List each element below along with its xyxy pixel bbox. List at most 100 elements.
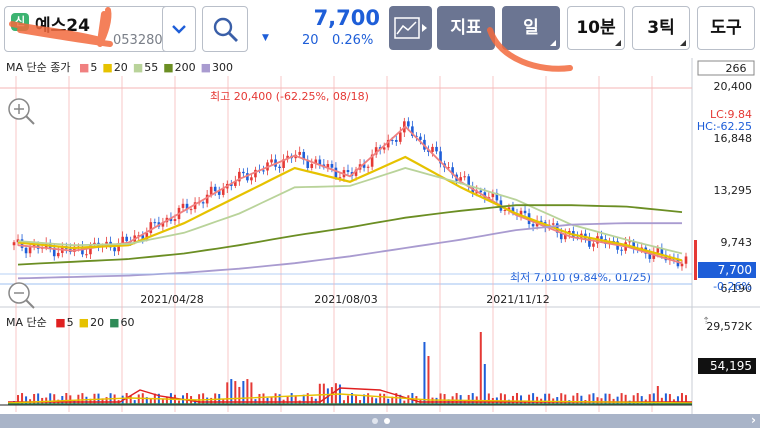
credit-badge: 신 — [11, 13, 29, 31]
volume-bar — [379, 393, 382, 404]
candle-body — [330, 164, 334, 168]
volume-bar — [371, 397, 374, 404]
change-amount: 20 — [302, 33, 319, 48]
candle-body — [250, 177, 253, 181]
tick-label: 3틱 — [647, 18, 675, 38]
legend-swatch: ■ — [109, 316, 120, 329]
horizontal-scrollbar[interactable]: › — [0, 413, 760, 428]
volume-bar — [246, 379, 249, 404]
page-dot-1[interactable] — [372, 418, 378, 424]
candle-body — [435, 146, 438, 152]
volume-bar — [129, 395, 132, 404]
candle-body — [407, 121, 410, 127]
tick-button[interactable]: 3틱 — [632, 6, 690, 50]
candle-body — [394, 139, 398, 142]
volume-bar — [427, 356, 430, 404]
legend-swatch: ■ — [200, 61, 212, 74]
legend-item-20: 20 — [113, 61, 128, 74]
volume-legend-items: ■5 ■20 ■60 — [55, 316, 139, 329]
hc-label: HC:-62.25 — [697, 120, 752, 133]
search-button[interactable] — [202, 6, 248, 52]
candle-body — [680, 263, 684, 267]
price-chart[interactable]: 2021/04/28 2021/08/03 2021/11/12 최고 20,400… — [0, 58, 760, 414]
legend-swatch: ■ — [55, 316, 66, 329]
candle-body — [334, 167, 338, 178]
line-chart-icon — [394, 17, 427, 39]
main-legend-title: MA 단순 종가 — [6, 61, 71, 74]
price-tick: 20,400 — [714, 80, 753, 93]
candle-body — [201, 202, 205, 204]
legend-item-300: 300 — [212, 61, 234, 74]
current-price: 7,700 — [313, 6, 380, 30]
stock-code: 053280 — [113, 33, 163, 48]
volume-bar — [206, 397, 209, 404]
volume-bar — [407, 395, 410, 404]
period-day-button[interactable]: 일 — [502, 6, 560, 50]
candle-body — [382, 147, 386, 150]
zoom-in-button[interactable] — [6, 96, 36, 126]
volume-bar — [556, 397, 559, 404]
volume-legend: MA 단순 ■5 ■20 ■60 — [6, 314, 144, 330]
last-candle-marker — [694, 240, 697, 280]
candle-body — [24, 247, 28, 254]
zoom-in-icon — [8, 98, 35, 125]
candle-body — [419, 136, 422, 140]
candle-body — [125, 236, 128, 242]
candle-body — [531, 224, 535, 227]
candle-body — [620, 249, 623, 251]
minute-label: 10분 — [576, 18, 616, 38]
legend-item-5: 5 — [90, 61, 98, 74]
volume-bar — [423, 342, 426, 404]
candle-body — [298, 151, 302, 155]
indicator-button[interactable]: 지표 — [437, 6, 495, 50]
stock-name: 예스24 — [35, 16, 90, 36]
volume-bar — [383, 393, 386, 404]
zoom-out-icon — [8, 282, 35, 309]
candle-body — [262, 170, 265, 172]
candle-body — [270, 159, 273, 163]
price-tick: 9,743 — [721, 236, 753, 249]
scroll-right-icon[interactable]: › — [751, 413, 756, 427]
volume-bar — [367, 393, 370, 404]
volume-bar — [226, 382, 229, 404]
date-label: 2021/08/03 — [314, 293, 377, 306]
candle-body — [592, 243, 595, 247]
candle-body — [600, 236, 603, 240]
volume-bar — [322, 383, 325, 404]
scroll-up-icon[interactable]: ⇡ — [702, 316, 710, 327]
candle-body — [684, 256, 688, 264]
tools-button[interactable]: 도구 — [697, 6, 755, 50]
candle-body — [209, 186, 213, 195]
stock-dropdown-button[interactable] — [162, 6, 196, 52]
page-dot-2[interactable] — [384, 418, 390, 424]
down-arrow-icon: ▼ — [262, 33, 269, 43]
candle-body — [28, 247, 32, 254]
main-legend: MA 단순 종가 ■5 ■20 ■55 ■200 ■300 — [6, 59, 243, 75]
zoom-out-button[interactable] — [6, 280, 36, 310]
top-value: 266 — [726, 62, 747, 75]
volume-bar — [266, 397, 269, 404]
candle-body — [153, 222, 157, 224]
volume-bar — [387, 398, 390, 404]
date-label: 2021/11/12 — [486, 293, 549, 306]
date-label: 2021/04/28 — [140, 293, 203, 306]
candle-body — [181, 203, 185, 208]
chart-area[interactable]: 2021/04/28 2021/08/03 2021/11/12 최고 20,400… — [0, 58, 760, 414]
volume-bar — [294, 395, 297, 404]
candle-body — [310, 164, 314, 169]
volume-bar — [137, 394, 140, 404]
legend-item-5: 5 — [66, 316, 74, 329]
chart-type-button[interactable] — [389, 6, 432, 50]
period-day-label: 일 — [523, 18, 539, 38]
chevron-down-icon — [172, 25, 186, 34]
candle-body — [173, 219, 177, 222]
minute-button[interactable]: 10분 — [567, 6, 625, 50]
volume-bar — [536, 396, 539, 404]
volume-bar — [431, 397, 434, 404]
price-tick: 13,295 — [714, 184, 753, 197]
legend-swatch: ■ — [102, 61, 113, 74]
candle-body — [121, 236, 124, 244]
legend-item-200: 200 — [174, 61, 196, 74]
candle-body — [56, 252, 60, 257]
candle-body — [113, 247, 116, 252]
